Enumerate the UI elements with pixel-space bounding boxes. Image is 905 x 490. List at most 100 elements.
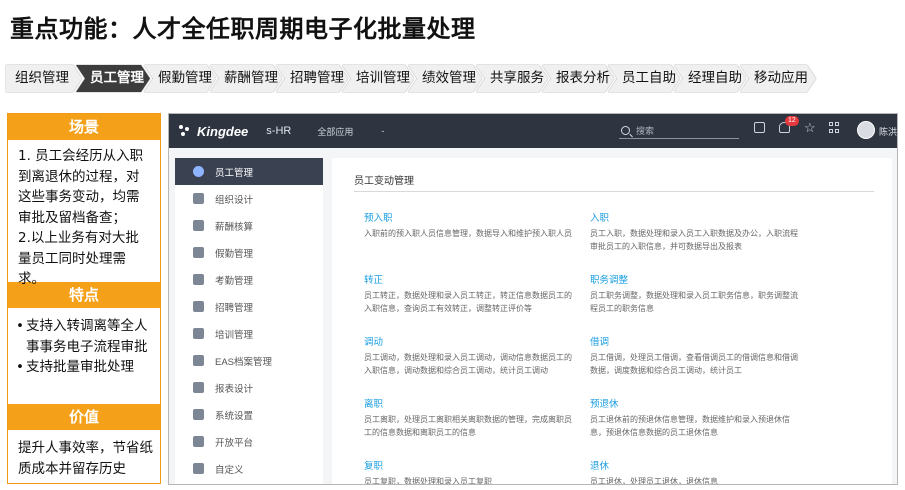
grid-icon[interactable] (829, 122, 840, 133)
sidebar-item[interactable]: 自定义 (175, 455, 323, 482)
sidebar-item[interactable]: 薪酬核算 (175, 212, 323, 239)
sidebar-item[interactable]: 假勤管理 (175, 239, 323, 266)
nav-item[interactable]: 假勤管理 (144, 65, 216, 92)
value-body: 提升人事效率，节省纸质成本并留存历史 (18, 440, 153, 477)
sidebar-item-label: 员工管理 (215, 167, 254, 179)
card-title[interactable]: 借调 (590, 334, 800, 348)
sidebar-item[interactable]: 员工管理 (175, 158, 323, 185)
sidebar-item[interactable]: EAS档案管理 (175, 347, 323, 374)
scene-heading: 场景 (8, 114, 160, 140)
nav-item[interactable]: 薪酬管理 (210, 65, 282, 92)
report-icon (193, 382, 204, 393)
product-name: s-HR (266, 125, 292, 137)
clock-icon (193, 247, 204, 258)
custom-icon (193, 463, 204, 474)
card-description: 员工复职，数据处理和录入员工复职 (364, 477, 492, 485)
card-description: 员工退休前的预退休信息管理，数据维护和录入预退休信息，预退休信息数据的员工退休信… (590, 415, 790, 437)
card-description: 员工入职，数据处理和录入员工入职数据及办公，入职流程审批员工的入职信息，并可数据… (590, 229, 798, 251)
bullet-icon: • (16, 318, 24, 334)
nav-item[interactable]: 共享服务 (476, 65, 548, 92)
sidebar-item[interactable]: 开放平台 (175, 428, 323, 455)
card-title[interactable]: 预退休 (590, 396, 800, 410)
app-main: 员工变动管理 预入职 入职前的预入职人员信息管理，数据导入和维护预入职人员 入职 员工… (332, 158, 892, 485)
settings-icon (193, 409, 204, 420)
menu-caret[interactable]: - (381, 126, 384, 136)
feature-text: 支持批量审批处理 (26, 359, 134, 375)
user-name[interactable]: 陈洪 (879, 125, 897, 138)
nav-item[interactable]: 培训管理 (342, 65, 414, 92)
function-card[interactable]: 调动 员工调动，数据处理和录入员工调动，调动信息数据员工的入职信息，调动数据和综合… (364, 334, 574, 390)
card-title[interactable]: 复职 (364, 458, 574, 472)
logo[interactable]: Kingdee (179, 124, 248, 139)
nav-item[interactable]: 经理自助 (674, 65, 746, 92)
sidebar-item[interactable]: 考勤管理 (175, 266, 323, 293)
app-topbar: Kingdee s-HR 全部应用 - 12 ☆ 陈洪 (169, 114, 897, 148)
card-description: 员工退休，处理员工退休，退休信息 (590, 477, 718, 485)
function-card[interactable]: 预入职入职前的预入职人员信息管理，数据导入和维护预入职人员 (364, 210, 574, 266)
sidebar-item[interactable]: 组织设计 (175, 185, 323, 212)
sidebar-item[interactable]: 报表设计 (175, 374, 323, 401)
kingdee-logo-icon (179, 125, 191, 137)
nav-item[interactable]: 组织管理 (6, 65, 82, 92)
nav-item[interactable]: 报表分析 (542, 65, 614, 92)
nav-item[interactable]: 员工自助 (608, 65, 680, 92)
function-card[interactable]: 离职员工离职，处理员工离职相关离职数据的管理，完成离职员工的信息数据和离职员工的… (364, 396, 574, 452)
nav-item[interactable]: 招聘管理 (276, 65, 348, 92)
all-apps-menu[interactable]: 全部应用 (317, 125, 353, 138)
search-box[interactable] (619, 123, 739, 139)
function-card[interactable]: 借调 员工借调，处理员工借调，查看借调员工的借调信息和借调数据，调度数据和综合员工… (590, 334, 800, 390)
divider (354, 191, 874, 192)
feature-text: 支持入转调离等全人事事务电子流程审批 (26, 318, 148, 355)
page-title: 重点功能：人才全任职周期电子化批量处理 (10, 15, 476, 43)
bell-icon[interactable]: 12 (779, 116, 799, 133)
nav-item[interactable]: 移动应用 (740, 65, 816, 92)
card-title[interactable]: 离职 (364, 396, 574, 410)
arrow-icon (193, 274, 204, 285)
training-icon (193, 328, 204, 339)
notification-badge: 12 (785, 116, 799, 126)
gear-icon (193, 355, 204, 366)
search-icon[interactable] (621, 126, 630, 135)
card-title[interactable]: 职务调整 (590, 272, 800, 286)
nav-item[interactable]: 员工管理 (76, 65, 150, 92)
sidebar-item-label: 培训管理 (215, 329, 254, 341)
sidebar-item-label: 招聘管理 (215, 302, 254, 314)
nav-item[interactable]: 绩效管理 (408, 65, 482, 92)
brand-name: Kingdee (197, 123, 249, 139)
card-title[interactable]: 转正 (364, 272, 574, 286)
sidebar-item-label: 假勤管理 (215, 248, 254, 260)
search-person-icon (193, 301, 204, 312)
sidebar-item-label: 开放平台 (215, 437, 254, 449)
card-title[interactable]: 入职 (590, 210, 800, 224)
sidebar-item[interactable]: 招聘管理 (175, 293, 323, 320)
book-icon (193, 220, 204, 231)
function-card[interactable]: 复职员工复职，数据处理和录入员工复职 (364, 458, 574, 485)
avatar[interactable] (857, 121, 875, 139)
sidebar-item[interactable]: 系统设置 (175, 401, 323, 428)
card-title[interactable]: 退休 (590, 458, 800, 472)
search-input[interactable] (636, 125, 726, 136)
card-title[interactable]: 调动 (364, 334, 574, 348)
function-card[interactable]: 职务调整员工职务调整，数据处理和录入员工职务信息，职务调整流程员工的职务信息 (590, 272, 800, 328)
scene-line: 2.以上业务有对大批量员工同时处理需求。 (18, 230, 139, 287)
scene-line: 1. 员工会经历从入职到离退休的过程，对这些事务变动，均需审批及留档备查； (18, 148, 144, 226)
function-card[interactable]: 转正员工转正，数据处理和录入员工转正，转正信息数据员工的入职信息，查询员工有效转… (364, 272, 574, 328)
sidebar-item[interactable]: 培训管理 (175, 320, 323, 347)
scene-body: 1. 员工会经历从入职到离退休的过程，对这些事务变动，均需审批及留档备查； 2.… (8, 140, 160, 287)
card-title[interactable]: 预入职 (364, 210, 574, 224)
value-heading: 价值 (8, 404, 160, 430)
card-description: 员工离职，处理员工离职相关离职数据的管理，完成离职员工的信息数据和离职员工的信息 (364, 415, 572, 437)
bullet-icon: • (16, 359, 24, 375)
sidebar-item-label: 薪酬核算 (215, 221, 254, 233)
card-description: 员工转正，数据处理和录入员工转正，转正信息数据员工的入职信息，查询员工有效转正，… (364, 291, 572, 313)
card-description: 入职前的预入职人员信息管理，数据导入和维护预入职人员 (364, 229, 572, 238)
function-card[interactable]: 入职员工入职，数据处理和录入员工入职数据及办公，入职流程审批员工的入职信息，并可… (590, 210, 800, 266)
toolbar-icons: 12 ☆ (754, 116, 854, 134)
feature-item: • 支持入转调离等全人事事务电子流程审批 (16, 316, 154, 357)
star-icon[interactable]: ☆ (804, 121, 816, 134)
card-description: 员工职务调整，数据处理和录入员工职务信息，职务调整流程员工的职务信息 (590, 291, 798, 313)
export-icon[interactable] (754, 122, 765, 133)
function-card[interactable]: 预退休员工退休前的预退休信息管理，数据维护和录入预退休信息，预退休信息数据的员工… (590, 396, 800, 452)
function-card[interactable]: 退休员工退休，处理员工退休，退休信息 (590, 458, 800, 485)
info-panel: 场景 1. 员工会经历从入职到离退休的过程，对这些事务变动，均需审批及留档备查；… (7, 113, 161, 484)
